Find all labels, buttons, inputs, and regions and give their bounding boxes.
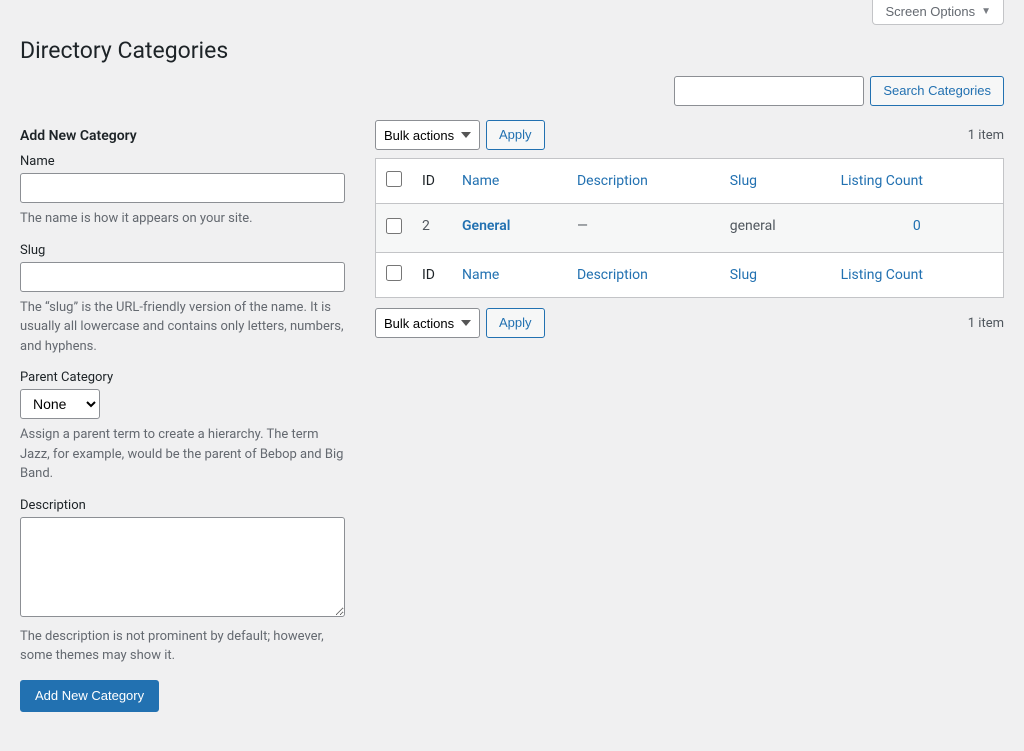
col-name[interactable]: Name [452, 159, 567, 204]
table-row: 2 General — general 0 [376, 204, 1004, 253]
search-input[interactable] [674, 76, 864, 106]
row-description: — [567, 204, 720, 253]
screen-options-button[interactable]: Screen Options ▼ [872, 0, 1004, 25]
col-name-foot[interactable]: Name [452, 253, 567, 298]
row-id: 2 [412, 204, 452, 253]
parent-label: Parent Category [20, 370, 345, 385]
col-id-foot: ID [412, 253, 452, 298]
name-desc: The name is how it appears on your site. [20, 209, 345, 229]
apply-button-bottom[interactable]: Apply [486, 308, 545, 338]
name-label: Name [20, 154, 345, 169]
name-input[interactable] [20, 173, 345, 203]
items-count-top: 1 item [968, 128, 1004, 143]
row-count-link[interactable]: 0 [913, 218, 921, 234]
description-textarea[interactable] [20, 517, 345, 617]
slug-desc: The “slug” is the URL-friendly version o… [20, 298, 345, 357]
caret-down-icon: ▼ [981, 6, 991, 17]
select-all-top[interactable] [386, 171, 402, 187]
col-id: ID [412, 159, 452, 204]
col-description-foot[interactable]: Description [567, 253, 720, 298]
items-count-bottom: 1 item [968, 316, 1004, 331]
col-description[interactable]: Description [567, 159, 720, 204]
description-desc: The description is not prominent by defa… [20, 627, 345, 666]
apply-button-top[interactable]: Apply [486, 120, 545, 150]
row-checkbox[interactable] [386, 218, 402, 234]
col-count-foot[interactable]: Listing Count [831, 253, 1004, 298]
row-slug: general [720, 204, 831, 253]
parent-select[interactable]: None [20, 389, 100, 419]
screen-options-label: Screen Options [885, 4, 975, 19]
row-name-link[interactable]: General [462, 218, 510, 234]
col-slug[interactable]: Slug [720, 159, 831, 204]
page-title: Directory Categories [20, 25, 1004, 72]
col-slug-foot[interactable]: Slug [720, 253, 831, 298]
select-all-bottom[interactable] [386, 265, 402, 281]
search-categories-button[interactable]: Search Categories [870, 76, 1004, 106]
parent-desc: Assign a parent term to create a hierarc… [20, 425, 345, 484]
categories-table: ID Name Description Slug Listing Count 2… [375, 158, 1004, 298]
slug-input[interactable] [20, 262, 345, 292]
col-count[interactable]: Listing Count [831, 159, 1004, 204]
bulk-actions-select-top[interactable]: Bulk actions [375, 120, 480, 150]
description-label: Description [20, 498, 345, 513]
form-heading: Add New Category [20, 128, 345, 144]
slug-label: Slug [20, 243, 345, 258]
bulk-actions-select-bottom[interactable]: Bulk actions [375, 308, 480, 338]
add-new-category-button[interactable]: Add New Category [20, 680, 159, 712]
